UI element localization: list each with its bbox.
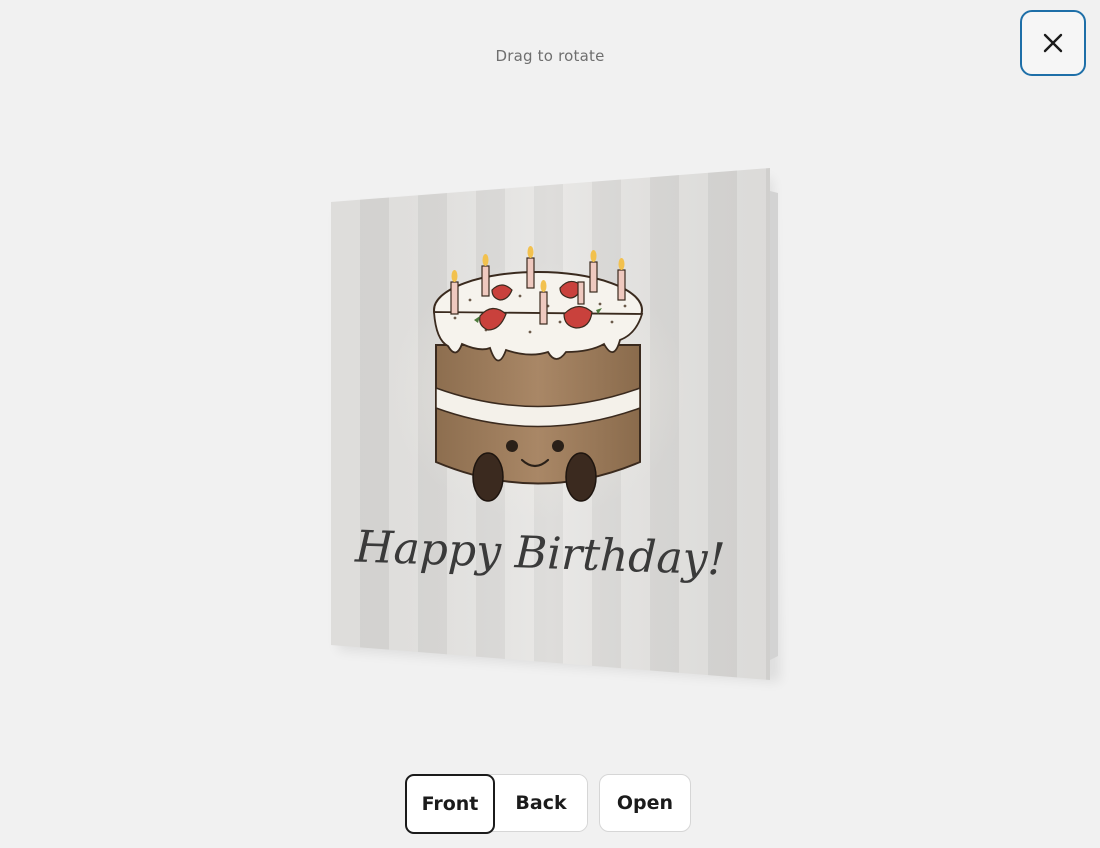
greeting-card-3d[interactable]: Happy Birthday! xyxy=(0,0,1100,848)
view-controls: Front Back Open xyxy=(405,773,691,834)
face-selector: Front Back xyxy=(405,774,588,834)
back-view-button[interactable]: Back xyxy=(495,775,587,831)
card-preview[interactable]: Happy Birthday! xyxy=(0,0,1100,848)
front-view-button[interactable]: Front xyxy=(405,774,495,834)
open-card-button[interactable]: Open xyxy=(599,774,691,832)
